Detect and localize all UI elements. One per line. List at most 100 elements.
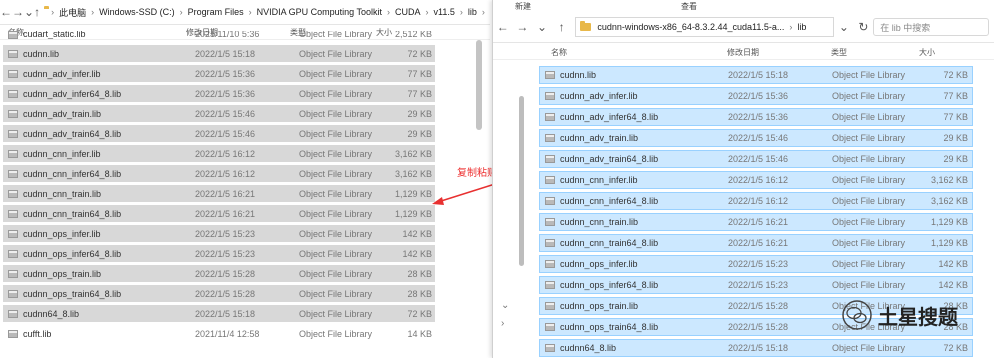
table-row[interactable]: cudnn_adv_train.lib 2022/1/5 15:46 Object …: [539, 129, 973, 147]
file-date: 2022/1/5 15:46: [728, 133, 789, 143]
library-file-icon: [545, 92, 555, 100]
breadcrumb-item[interactable]: x64: [488, 7, 491, 17]
file-date: 2022/1/5 15:36: [195, 68, 256, 79]
file-size: 28 KB: [407, 288, 432, 299]
file-name: cudnn_adv_train64_8.lib: [23, 128, 122, 139]
table-row[interactable]: cudnn.lib 2022/1/5 15:18 Object File Libra…: [539, 66, 973, 84]
table-row[interactable]: cudnn64_8.lib 2022/1/5 15:18 Object File L…: [3, 305, 435, 322]
nav-pane-chevron-icon[interactable]: ›: [501, 318, 504, 329]
table-row[interactable]: cudnn_adv_infer64_8.lib 2022/1/5 15:36 Obj…: [539, 108, 973, 126]
table-row[interactable]: cudnn_cnn_train.lib 2022/1/5 16:21 Object …: [539, 213, 973, 231]
list-item[interactable]: cudart_static.lib 2021/11/10 5:36 Object…: [3, 31, 435, 39]
up-arrow-icon[interactable]: ↑: [34, 5, 40, 19]
breadcrumb-item[interactable]: CUDA: [393, 7, 423, 17]
left-scrollbar[interactable]: [476, 40, 482, 130]
back-arrow-icon[interactable]: ←: [493, 20, 513, 34]
table-row[interactable]: cudnn_cnn_train.lib 2022/1/5 16:21 Object …: [3, 185, 435, 202]
file-date: 2022/1/5 15:18: [728, 343, 789, 353]
table-row[interactable]: cudnn_cnn_train64_8.lib 2022/1/5 16:21 Obj…: [539, 234, 973, 252]
breadcrumb-item[interactable]: v11.5: [432, 7, 457, 17]
breadcrumb-separator-icon: ›: [387, 7, 390, 17]
file-name: cudnn_ops_infer.lib: [23, 228, 101, 239]
file-name: cudnn_ops_infer64_8.lib: [560, 280, 659, 290]
file-type: Object File Library: [832, 217, 906, 227]
dropdown-chevron-icon[interactable]: ⌄: [834, 20, 854, 34]
file-name: cudnn_ops_train.lib: [560, 301, 639, 311]
table-row[interactable]: cudnn_adv_train.lib 2022/1/5 15:46 Object …: [3, 105, 435, 122]
table-row[interactable]: cudnn_adv_infer.lib 2022/1/5 15:36 Object …: [3, 65, 435, 82]
table-row[interactable]: cudnn_adv_infer64_8.lib 2022/1/5 15:36 Obj…: [3, 85, 435, 102]
file-date: 2022/1/5 16:21: [195, 188, 256, 199]
table-row[interactable]: cudnn_cnn_infer.lib 2022/1/5 16:12 Object …: [539, 171, 973, 189]
table-row[interactable]: cudnn_adv_train64_8.lib 2022/1/5 15:46 Obj…: [3, 125, 435, 142]
column-date[interactable]: 修改日期: [727, 47, 831, 58]
file-type: Object File Library: [299, 188, 373, 199]
library-file-icon: [8, 149, 18, 158]
file-size: 142 KB: [938, 259, 968, 269]
refresh-icon[interactable]: ↻: [854, 20, 874, 34]
library-file-icon: [8, 49, 18, 58]
file-size: 28 KB: [407, 268, 432, 279]
breadcrumb-item[interactable]: Program Files: [186, 7, 246, 17]
forward-arrow-icon[interactable]: →: [12, 5, 24, 19]
breadcrumb-item[interactable]: cudnn-windows-x86_64-8.3.2.44_cuda11.5-a…: [595, 22, 786, 32]
table-row[interactable]: cudnn_ops_train64_8.lib 2022/1/5 15:28 Obj…: [3, 285, 435, 302]
file-date: 2022/1/5 15:36: [728, 91, 789, 101]
column-name[interactable]: 名称: [551, 47, 727, 58]
file-name: cudnn_adv_infer64_8.lib: [23, 88, 122, 99]
table-row[interactable]: cudnn_ops_infer.lib 2022/1/5 15:23 Object …: [539, 255, 973, 273]
column-type[interactable]: 类型: [831, 47, 919, 58]
file-size: 2,512 KB: [394, 31, 432, 39]
back-arrow-icon[interactable]: ←: [0, 5, 12, 19]
breadcrumb: 此电脑 › Windows-SSD (C:) › Program Files › NVIDI…: [57, 6, 490, 19]
table-row[interactable]: cudnn_cnn_infer64_8.lib 2022/1/5 16:12 Obj…: [539, 192, 973, 210]
breadcrumb-item[interactable]: lib: [795, 22, 808, 32]
recent-chevron-icon[interactable]: ⌄: [24, 5, 34, 19]
breadcrumb-item[interactable]: lib: [466, 7, 479, 17]
file-type: Object File Library: [299, 48, 373, 59]
table-row[interactable]: cudnn_adv_train64_8.lib 2022/1/5 15:46 Obj…: [539, 150, 973, 168]
table-row[interactable]: cudnn_cnn_infer64_8.lib 2022/1/5 16:12 Obj…: [3, 165, 435, 182]
breadcrumb-item[interactable]: 此电脑: [57, 6, 88, 19]
table-row[interactable]: cudnn_ops_infer.lib 2022/1/5 15:23 Object …: [3, 225, 435, 242]
toolbar-view-button[interactable]: 查看: [681, 1, 697, 12]
table-row[interactable]: cudnn_ops_infer64_8.lib 2022/1/5 15:23 Obj…: [539, 276, 973, 294]
library-file-icon: [8, 89, 18, 98]
table-row[interactable]: cudnn_adv_infer.lib 2022/1/5 15:36 Object …: [539, 87, 973, 105]
table-row[interactable]: cudnn_cnn_train64_8.lib 2022/1/5 16:21 Obj…: [3, 205, 435, 222]
file-type: Object File Library: [299, 268, 373, 279]
left-file-list: cudart_static.lib 2021/11/10 5:36 Object…: [0, 31, 490, 342]
file-size: 29 KB: [943, 154, 968, 164]
table-row[interactable]: cudnn_ops_infer64_8.lib 2022/1/5 15:23 Obj…: [3, 245, 435, 262]
file-type: Object File Library: [832, 259, 906, 269]
recent-chevron-icon[interactable]: ⌄: [532, 20, 552, 34]
table-row[interactable]: cudnn64_8.lib 2022/1/5 15:18 Object File L…: [539, 339, 973, 357]
file-name: cudnn64_8.lib: [560, 343, 617, 353]
search-input[interactable]: 在 lib 中搜索: [873, 18, 989, 36]
library-file-icon: [8, 329, 18, 338]
library-file-icon: [8, 69, 18, 78]
file-date: 2022/1/5 16:12: [728, 196, 789, 206]
file-name: cudnn64_8.lib: [23, 308, 80, 319]
column-size[interactable]: 大小: [919, 47, 959, 58]
table-row[interactable]: cufft.lib 2021/11/4 12:58 Object File Libr…: [3, 325, 435, 342]
breadcrumb-item[interactable]: NVIDIA GPU Computing Toolkit: [255, 7, 384, 17]
nav-pane-scrollbar[interactable]: [519, 96, 524, 266]
file-size: 142 KB: [402, 248, 432, 259]
file-size: 29 KB: [407, 108, 432, 119]
file-name: cudnn_cnn_train64_8.lib: [560, 238, 659, 248]
nav-pane-chevron-icon[interactable]: ⌄: [501, 300, 509, 311]
library-file-icon: [8, 31, 18, 39]
forward-arrow-icon[interactable]: →: [513, 20, 533, 34]
file-size: 29 KB: [407, 128, 432, 139]
up-arrow-icon[interactable]: ↑: [552, 20, 572, 34]
file-type: Object File Library: [832, 154, 906, 164]
table-row[interactable]: cudnn.lib 2022/1/5 15:18 Object File Libra…: [3, 45, 435, 62]
table-row[interactable]: cudnn_cnn_infer.lib 2022/1/5 16:12 Object …: [3, 145, 435, 162]
table-row[interactable]: cudnn_ops_train.lib 2022/1/5 15:28 Object …: [3, 265, 435, 282]
file-date: 2022/1/5 15:36: [195, 88, 256, 99]
breadcrumb-item[interactable]: Windows-SSD (C:): [97, 7, 177, 17]
address-box[interactable]: cudnn-windows-x86_64-8.3.2.44_cuda11.5-a…: [575, 17, 835, 37]
file-name: cudnn_cnn_infer64_8.lib: [23, 168, 122, 179]
toolbar-new-button[interactable]: 新建: [515, 1, 531, 12]
